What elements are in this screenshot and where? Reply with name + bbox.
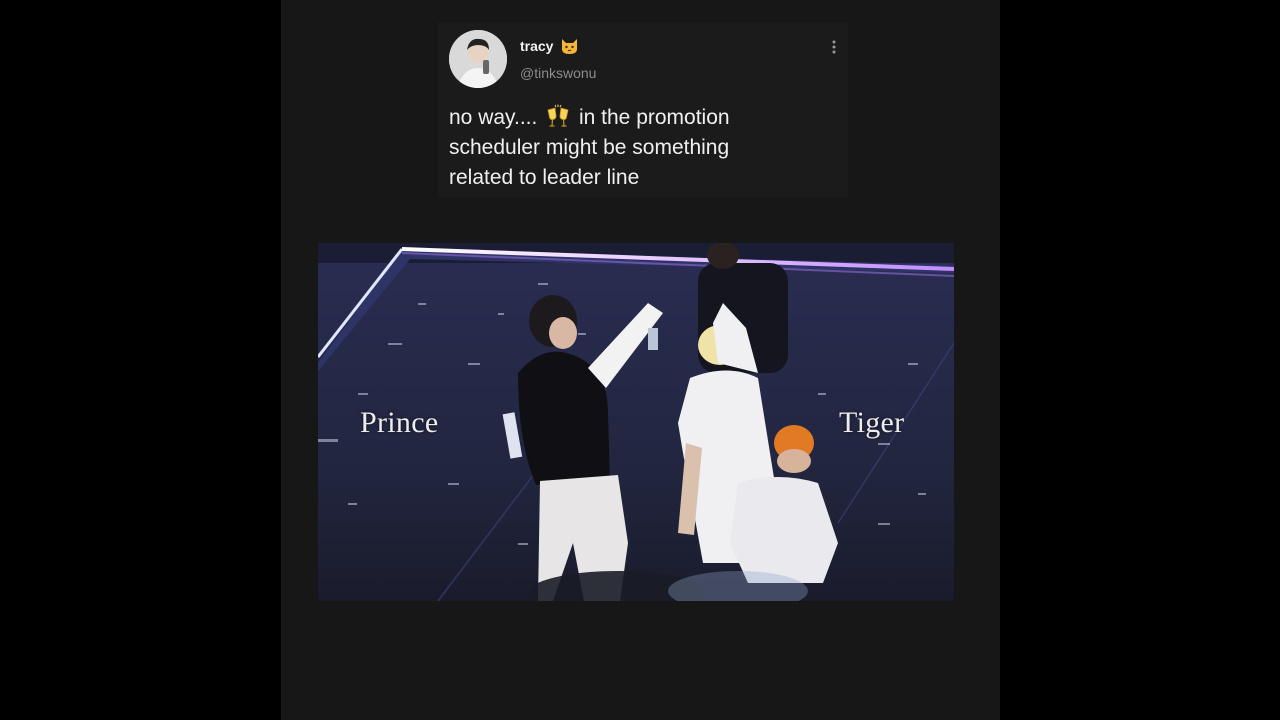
caption-left: Prince [360,406,439,439]
tweet-text-line-2: scheduler might be something [449,136,730,159]
clinking-glasses-emoji-icon [545,104,571,130]
more-vertical-icon[interactable] [826,38,842,56]
user-handle[interactable]: @tinkswonu [520,64,596,82]
cat-face-emoji-icon [560,37,579,55]
tweet-text-line-3: related to leader line [449,166,640,189]
avatar-image [449,30,507,88]
tweet-text-before-emoji: no way.... [449,106,544,129]
concert-photo[interactable]: Prince Tiger [318,243,954,601]
tweet-text-line-1: no way.... in the promotion [449,104,730,132]
avatar[interactable] [449,30,507,88]
caption-right: Tiger [839,406,905,439]
display-name[interactable]: tracy [520,37,553,55]
video-frame: tracy @tinkswonu no way.... in the promo… [0,0,1280,720]
tweet-text-after-emoji: in the promotion [573,106,730,129]
